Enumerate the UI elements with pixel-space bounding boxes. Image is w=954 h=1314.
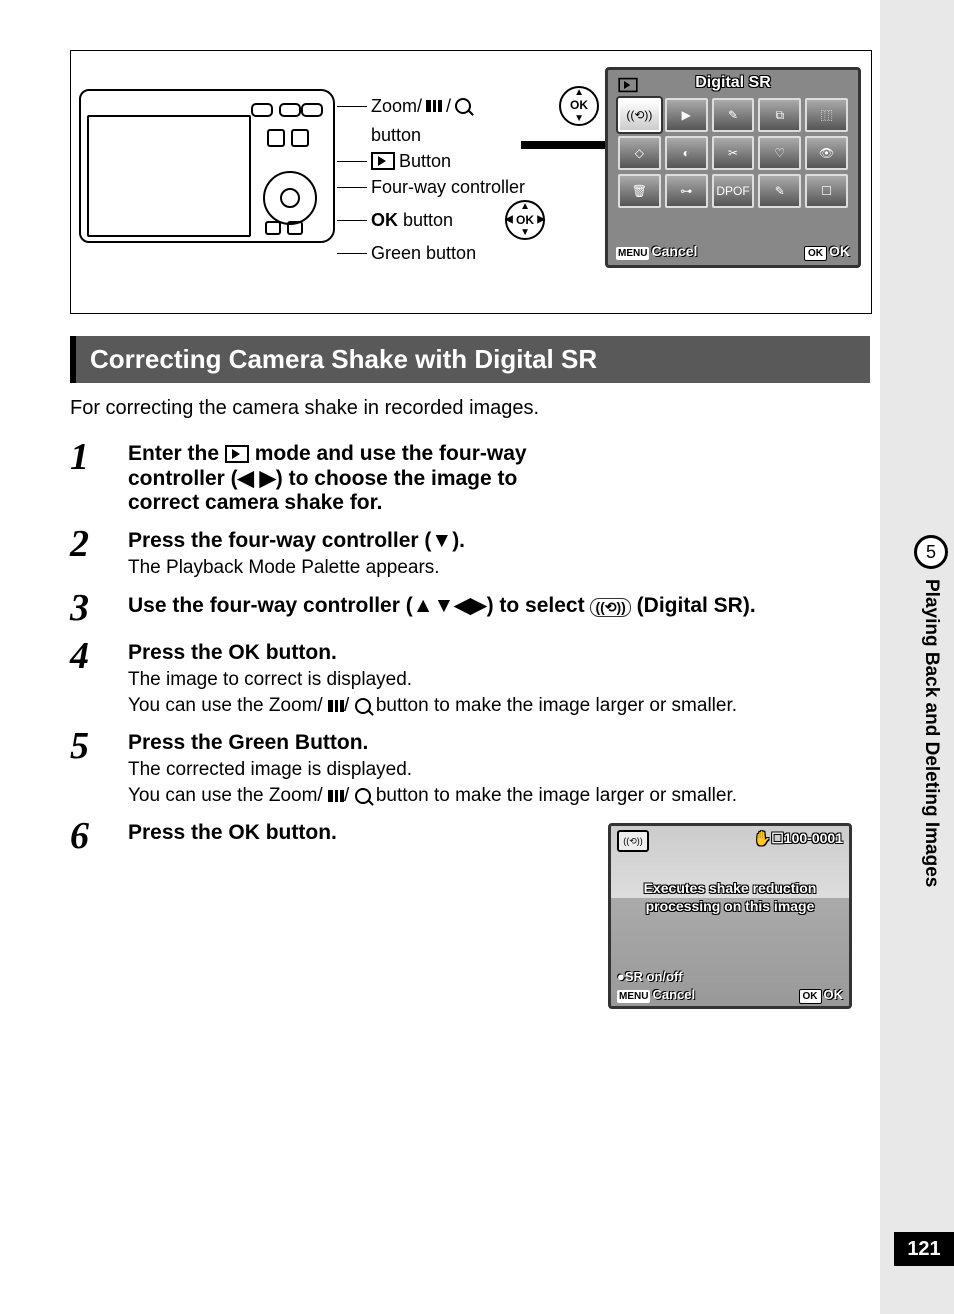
palette-item: DPOF [712, 174, 755, 208]
thumbnail-icon [328, 700, 344, 712]
page-number: 121 [894, 1232, 954, 1266]
steps-list: 1 Enter the mode and use the four-way co… [70, 438, 870, 855]
step-4-head: Press the OK button. [128, 641, 870, 665]
palette-item: ✎ [758, 174, 801, 208]
callout-labels: Zoom// ▲OK▼ button Button Four-way contr… [371, 86, 599, 266]
palette-item: ◐ [665, 136, 708, 170]
step-2-sub: The Playback Mode Palette appears. [128, 557, 588, 579]
thumbnail-icon [328, 790, 344, 802]
step-3: 3 Use the four-way controller (▲▼◀▶) to … [70, 589, 870, 627]
palette-item: 🗑 [618, 174, 661, 208]
four-way-label: Four-way controller [371, 174, 599, 200]
preview-cancel: MENUCancel [617, 987, 695, 1002]
camera-back-illustration [79, 89, 339, 249]
step-1-head: Enter the mode and use the four-way cont… [128, 442, 568, 515]
palette-play-badge [616, 76, 640, 94]
preview-message: Executes shake reduction processing on t… [611, 880, 849, 915]
page-content: Zoom// ▲OK▼ button Button Four-way contr… [70, 50, 870, 865]
step-3-head: Use the four-way controller (▲▼◀▶) to se… [128, 593, 870, 618]
zoom-button-label: Zoom// ▲OK▼ [371, 86, 599, 126]
palette-title: Digital SR [608, 74, 858, 92]
palette-item: ⊶ [665, 174, 708, 208]
section-title: Correcting Camera Shake with Digital SR [70, 336, 870, 383]
step-2-head: Press the four-way controller (▼). [128, 529, 588, 553]
palette-item: ✂ [712, 136, 755, 170]
green-button-label: Green button [371, 240, 599, 266]
sr-badge-icon: ((⟲)) [617, 830, 649, 852]
digital-sr-icon: ((⟲)) [590, 598, 630, 617]
step-2: 2 Press the four-way controller (▼). The… [70, 525, 870, 579]
palette-item-digital-sr: ((⟲)) [618, 98, 661, 132]
palette-grid: ((⟲)) ▶ ✎ ⧉ ⿲ ◇ ◐ ✂ ♡ 👁 🗑 ⊶ DPOF ✎ ☐ [608, 92, 858, 214]
step-4-sub1: The image to correct is displayed. [128, 669, 870, 691]
palette-ok: OKOK [804, 243, 850, 259]
intro-text: For correcting the camera shake in recor… [70, 397, 870, 420]
step-1: 1 Enter the mode and use the four-way co… [70, 438, 870, 515]
preview-sr-onoff: ●SR on/off [617, 969, 683, 984]
chapter-number-badge: 5 [914, 535, 948, 569]
step-5: 5 Press the Green Button. The corrected … [70, 727, 870, 807]
ok-4way-icon: ▲◀OK▶▼ [505, 200, 545, 240]
ok-button-label: OK button ▲◀OK▶▼ [371, 200, 599, 240]
chapter-title: Playing Back and Deleting Images [920, 579, 942, 887]
step-4: 4 Press the OK button. The image to corr… [70, 637, 870, 717]
palette-item: ✎ [712, 98, 755, 132]
playback-palette-screen: Digital SR ((⟲)) ▶ ✎ ⧉ ⿲ ◇ ◐ ✂ ♡ 👁 🗑 ⊶ D… [605, 67, 861, 268]
magnify-icon [355, 788, 371, 804]
playback-icon [225, 445, 249, 463]
palette-item: ♡ [758, 136, 801, 170]
playback-icon [371, 152, 395, 170]
palette-item: ◇ [618, 136, 661, 170]
step-5-sub2: You can use the Zoom/ / button to make t… [128, 785, 870, 807]
palette-item: ⧉ [758, 98, 801, 132]
magnify-icon [355, 698, 371, 714]
preview-ok: OKOK [799, 987, 844, 1002]
step-4-sub2: You can use the Zoom/ / button to make t… [128, 695, 870, 717]
ok-vertical-icon: ▲OK▼ [559, 86, 599, 126]
play-button-label: Button [371, 148, 599, 174]
preview-screen: ((⟲)) ✋☐100-0001 Executes shake reductio… [608, 823, 852, 1009]
palette-item: ⿲ [805, 98, 848, 132]
step-5-head: Press the Green Button. [128, 731, 870, 755]
preview-counter: ✋☐100-0001 [754, 830, 843, 847]
palette-item: 👁 [805, 136, 848, 170]
chapter-side-tab: 5 Playing Back and Deleting Images [908, 535, 954, 887]
step-5-sub1: The corrected image is displayed. [128, 759, 870, 781]
thumbnail-icon [426, 100, 442, 112]
steps-wrapper: ((⟲)) ✋☐100-0001 Executes shake reductio… [70, 438, 870, 855]
palette-item: ☐ [805, 174, 848, 208]
magnify-icon [455, 98, 471, 114]
palette-cancel: MENUCancel [616, 243, 697, 259]
palette-item: ▶ [665, 98, 708, 132]
hero-diagram-box: Zoom// ▲OK▼ button Button Four-way contr… [70, 50, 872, 314]
